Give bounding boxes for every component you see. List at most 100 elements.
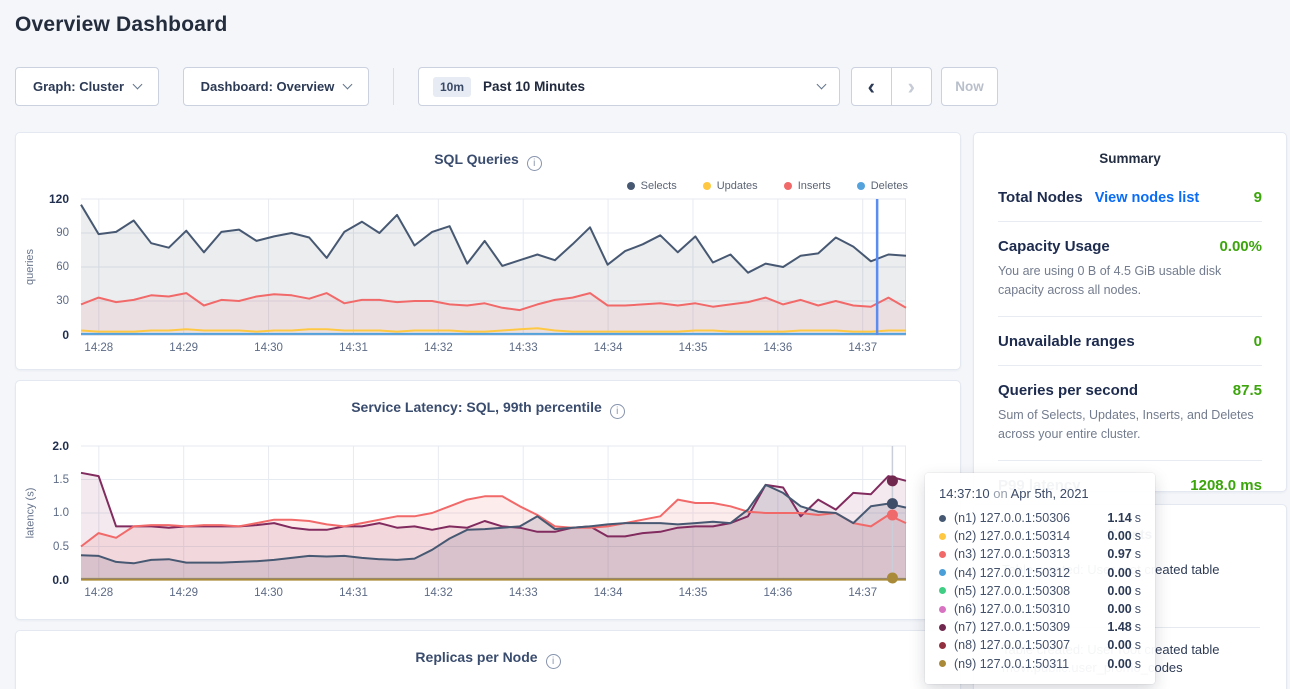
y-tick-label: 30	[56, 295, 69, 307]
sql-queries-title: SQL Queries i	[16, 151, 960, 171]
x-tick-label: 14:37	[848, 342, 877, 354]
info-icon[interactable]: i	[527, 156, 542, 171]
service-latency-card: Service Latency: SQL, 99th percentile i l…	[15, 380, 961, 620]
tooltip-row: (n3) 127.0.0.1:50313 0.97 s	[939, 545, 1141, 563]
x-tick-label: 14:28	[84, 587, 113, 599]
tooltip-latency-unit: s	[1135, 638, 1141, 652]
x-tick-label: 14:34	[594, 342, 623, 354]
chevron-down-icon	[133, 80, 143, 90]
x-tick-label: 14:33	[509, 587, 538, 599]
x-tick-label: 14:30	[254, 587, 283, 599]
tooltip-node-latency: 0.00	[1107, 584, 1131, 598]
node-series-dot-icon	[939, 569, 946, 576]
tooltip-latency-unit: s	[1135, 547, 1141, 561]
legend-label: Inserts	[798, 180, 831, 192]
y-tick-label: 0.0	[52, 573, 69, 587]
sql-y-axis-ticks: 0306090120	[31, 199, 75, 335]
y-tick-label: 120	[49, 192, 69, 206]
node-series-dot-icon	[939, 551, 946, 558]
x-tick-label: 14:33	[509, 342, 538, 354]
chevron-down-icon	[343, 80, 353, 90]
tooltip-row: (n8) 127.0.0.1:503070.00s	[939, 636, 1141, 654]
graph-dropdown[interactable]: Graph: Cluster	[15, 67, 159, 106]
legend-label: Updates	[717, 180, 758, 192]
tooltip-node-address: (n7) 127.0.0.1:50309	[954, 620, 1070, 634]
view-nodes-list-link[interactable]: View nodes list	[1095, 190, 1200, 206]
qps-description: Sum of Selects, Updates, Inserts, and De…	[998, 406, 1262, 445]
sql-queries-card: SQL Queries i Selects Updates Inserts Delete…	[15, 132, 961, 370]
replicas-per-node-title-text: Replicas per Node	[415, 649, 537, 665]
page-title: Overview Dashboard	[15, 13, 228, 37]
x-tick-label: 14:37	[848, 587, 877, 599]
node-series-dot-icon	[939, 606, 946, 613]
tooltip-node-address: (n8) 127.0.0.1:50307	[954, 638, 1070, 652]
legend-dot-icon	[784, 182, 792, 190]
tooltip-node-latency: 1.48	[1107, 620, 1131, 634]
x-tick-label: 14:31	[339, 587, 368, 599]
x-tick-label: 14:36	[763, 587, 792, 599]
tooltip-latency-unit: s	[1135, 566, 1141, 580]
x-tick-label: 14:28	[84, 342, 113, 354]
next-time-button[interactable]: ›	[892, 68, 932, 105]
tooltip-latency-unit: s	[1135, 620, 1141, 634]
tooltip-row: (n6) 127.0.0.1:503100.00s	[939, 600, 1141, 618]
tooltip-node-latency: 0.00	[1107, 529, 1131, 543]
tooltip-latency-unit: s	[1135, 529, 1141, 543]
x-tick-label: 14:34	[594, 587, 623, 599]
tooltip-row: (n1) 127.0.0.1:503061.14s	[939, 509, 1141, 527]
legend-item-inserts[interactable]: Inserts	[784, 180, 831, 192]
legend-dot-icon	[627, 182, 635, 190]
x-tick-label: 14:29	[169, 342, 198, 354]
sql-queries-plot[interactable]: queries 0306090120 14:2814:2914:3014:311…	[81, 199, 906, 335]
time-range-selector[interactable]: 10m Past 10 Minutes	[418, 67, 840, 106]
node-series-dot-icon	[939, 515, 946, 522]
time-range-label: Past 10 Minutes	[483, 79, 585, 94]
summary-row-qps: Queries per second 87.5 Sum of Selects, …	[998, 366, 1262, 461]
y-tick-label: 0	[62, 328, 69, 342]
chevron-down-icon	[817, 80, 827, 90]
service-latency-title-text: Service Latency: SQL, 99th percentile	[351, 399, 602, 415]
replicas-per-node-title: Replicas per Node i	[16, 649, 960, 669]
tooltip-node-latency: 0.00	[1107, 657, 1131, 671]
sql-queries-chart[interactable]	[81, 199, 906, 335]
y-tick-label: 90	[56, 227, 69, 239]
legend-item-deletes[interactable]: Deletes	[857, 180, 908, 192]
legend-item-updates[interactable]: Updates	[703, 180, 758, 192]
x-tick-label: 14:35	[679, 342, 708, 354]
sql-x-axis-ticks: 14:2814:2914:3014:3114:3214:3314:3414:35…	[81, 335, 906, 357]
time-range-badge: 10m	[433, 77, 471, 97]
tooltip-row: (n7) 127.0.0.1:50309 1.48 s	[939, 618, 1141, 636]
capacity-usage-description: You are using 0 B of 4.5 GiB usable disk…	[998, 262, 1262, 301]
y-tick-label: 0.5	[53, 541, 69, 553]
dashboard-dropdown[interactable]: Dashboard: Overview	[183, 67, 369, 106]
x-tick-label: 14:29	[169, 587, 198, 599]
tooltip-node-latency: 0.97	[1107, 547, 1131, 561]
x-tick-label: 14:32	[424, 342, 453, 354]
sql-queries-legend: Selects Updates Inserts Deletes	[627, 180, 908, 192]
overview-dashboard-page: { "page": { "title": "Overview Dashboard…	[0, 0, 1290, 689]
prev-time-button[interactable]: ‹	[852, 68, 892, 105]
x-tick-label: 14:32	[424, 587, 453, 599]
now-button[interactable]: Now	[941, 67, 998, 106]
tooltip-node-address: (n2) 127.0.0.1:50314	[954, 529, 1070, 543]
tooltip-row: (n5) 127.0.0.1:503080.00s	[939, 582, 1141, 600]
unavailable-ranges-value: 0	[1254, 333, 1262, 350]
tooltip-node-latency: 0.00	[1107, 566, 1131, 580]
tooltip-latency-unit: s	[1135, 657, 1141, 671]
tooltip-latency-unit: s	[1135, 602, 1141, 616]
service-latency-plot[interactable]: latency (s) 0.00.51.01.52.0 14:2814:2914…	[81, 446, 906, 580]
service-latency-chart[interactable]	[81, 446, 906, 580]
info-icon[interactable]: i	[546, 654, 561, 669]
service-latency-title: Service Latency: SQL, 99th percentile i	[16, 399, 960, 419]
capacity-usage-label: Capacity Usage	[998, 238, 1110, 255]
unavailable-ranges-label: Unavailable ranges	[998, 333, 1135, 350]
legend-item-selects[interactable]: Selects	[627, 180, 677, 192]
tooltip-row: (n4) 127.0.0.1:503120.00s	[939, 564, 1141, 582]
tooltip-node-address: (n3) 127.0.0.1:50313	[954, 547, 1070, 561]
latency-y-axis-ticks: 0.00.51.01.52.0	[31, 446, 75, 580]
sql-queries-title-text: SQL Queries	[434, 151, 519, 167]
legend-label: Deletes	[871, 180, 908, 192]
info-icon[interactable]: i	[610, 404, 625, 419]
dashboard-dropdown-label: Dashboard: Overview	[201, 79, 335, 94]
summary-panel: Summary Total Nodes View nodes list 9 Ca…	[973, 132, 1287, 492]
